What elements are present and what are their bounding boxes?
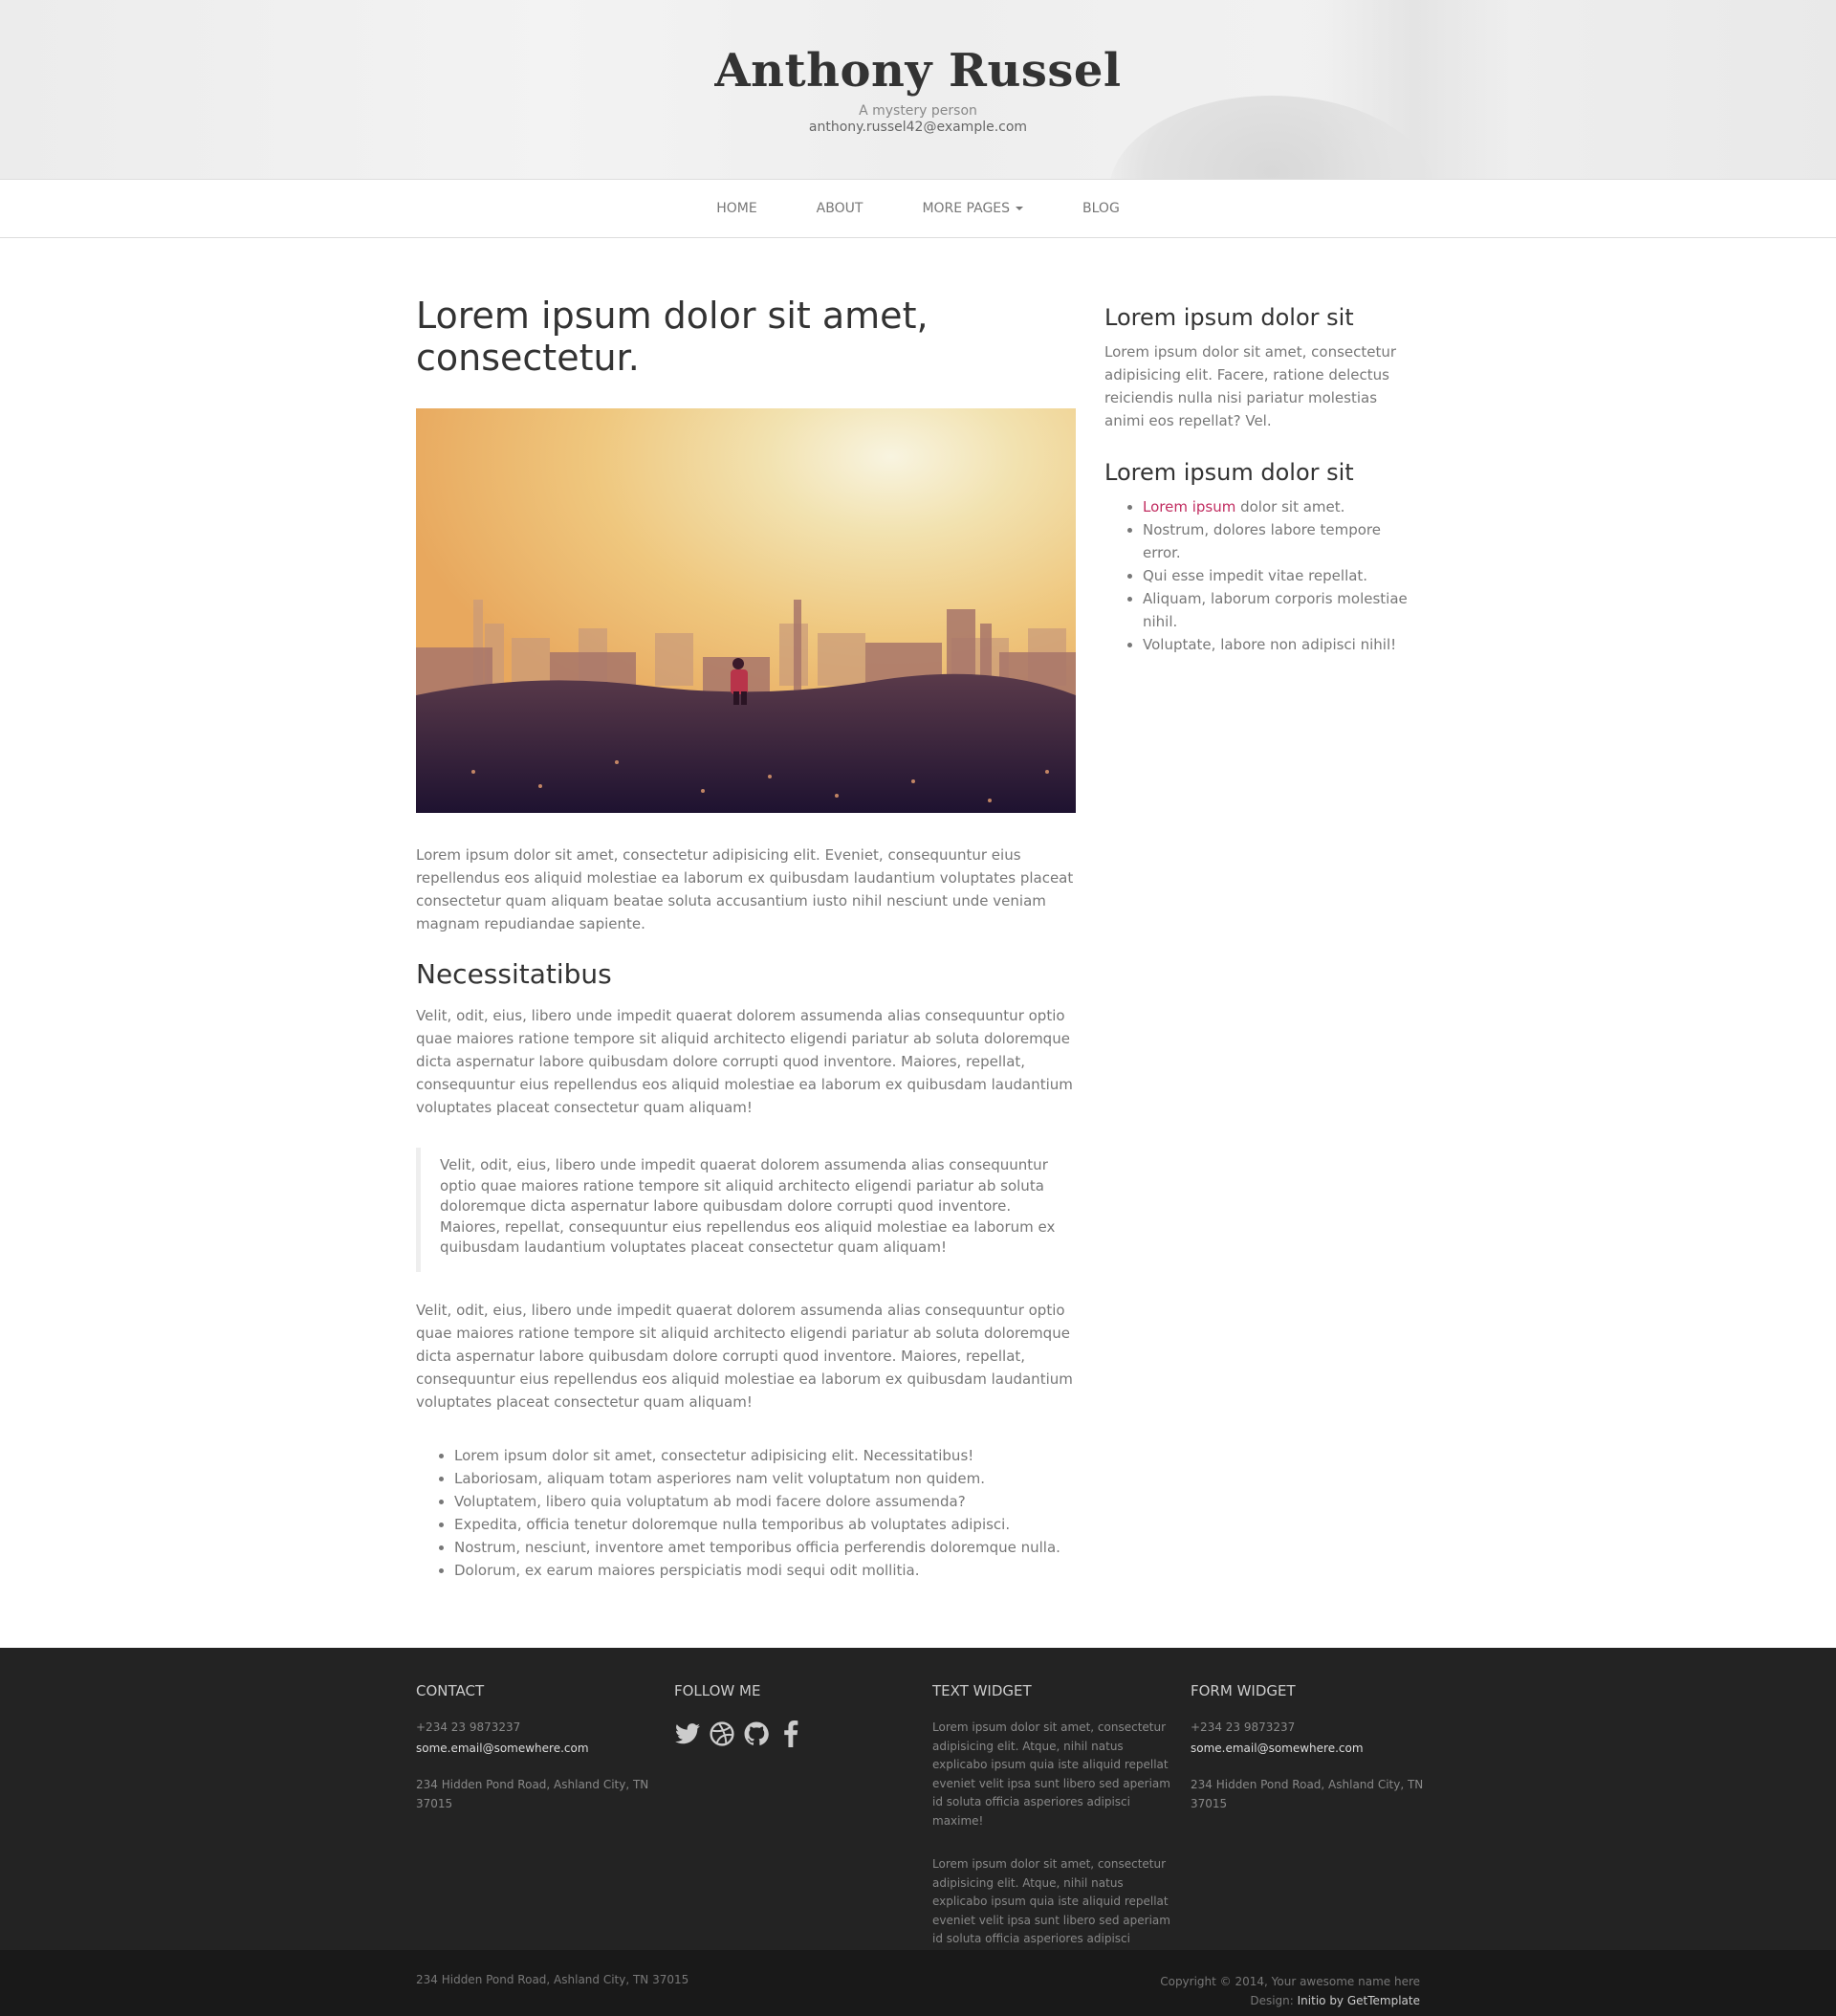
list-item: Nostrum, dolores labore tempore error. [1143, 518, 1420, 564]
design-credit-link[interactable]: Initio by GetTemplate [1298, 1994, 1420, 2007]
section-title: Necessitatibus [416, 958, 612, 990]
article-hero-image [416, 408, 1076, 813]
footer-text-widget: TEXT WIDGET Lorem ipsum dolor sit amet, … [932, 1682, 1171, 1967]
footer-follow-heading: FOLLOW ME [674, 1682, 761, 1699]
footer-form-widget-phone: +234 23 9873237 [1191, 1720, 1296, 1734]
footer-contact-details: +234 23 9873237 some.email@somewhere.com [416, 1719, 655, 1758]
site-tagline: A mystery person [859, 103, 977, 119]
twitter-icon[interactable] [674, 1720, 701, 1747]
social-icons [674, 1720, 913, 1747]
article-paragraph-3: Velit, odit, eius, libero unde impedit q… [416, 1302, 1073, 1411]
footer-form-widget-details: +234 23 9873237 some.email@somewhere.com [1191, 1719, 1430, 1758]
footer-text-widget-heading: TEXT WIDGET [932, 1682, 1032, 1699]
footer: CONTACT +234 23 9873237 some.email@somew… [0, 1648, 1836, 1964]
footer-bottom: 234 Hidden Pond Road, Ashland City, TN 3… [0, 1950, 1836, 2016]
nav-list: HOME ABOUT MORE PAGES BLOG [0, 180, 1836, 237]
list-item: Laboriosam, aliquam totam asperiores nam… [454, 1467, 1076, 1490]
list-item: Voluptatem, libero quia voluptatum ab mo… [454, 1490, 1076, 1513]
sunset-city-photo [416, 408, 1076, 813]
dribbble-icon[interactable] [709, 1720, 735, 1747]
site-title[interactable]: Anthony Russel [0, 44, 1836, 98]
article-bullet-list: Lorem ipsum dolor sit amet, consectetur … [454, 1444, 1076, 1582]
footer-text-widget-paragraph-1: Lorem ipsum dolor sit amet, consectetur … [932, 1720, 1170, 1828]
footer-form-widget-heading: FORM WIDGET [1191, 1682, 1296, 1699]
copyright-text: Copyright © 2014, Your awesome name here [1160, 1975, 1420, 1988]
nav-item-about[interactable]: ABOUT [787, 180, 893, 237]
caret-down-icon [1016, 207, 1024, 210]
footer-bottom-address: 234 Hidden Pond Road, Ashland City, TN 3… [416, 1973, 689, 1986]
list-item: Aliquam, laborum corporis molestiae nihi… [1143, 587, 1420, 633]
footer-contact-phone: +234 23 9873237 [416, 1720, 521, 1734]
footer-contact: CONTACT +234 23 9873237 some.email@somew… [416, 1682, 655, 1813]
footer-follow: FOLLOW ME [674, 1682, 913, 1747]
nav-item-more-pages-label: MORE PAGES [922, 201, 1011, 216]
sidebar-list-link[interactable]: Lorem ipsum [1143, 498, 1235, 515]
sidebar-list-item-rest: dolor sit amet. [1235, 498, 1345, 515]
footer-contact-heading: CONTACT [416, 1682, 485, 1699]
site-header: Anthony Russel A mystery person anthony.… [0, 0, 1836, 179]
sidebar-widget-title-2: Lorem ipsum dolor sit [1104, 459, 1354, 486]
sidebar-list: Lorem ipsum dolor sit amet. Nostrum, dol… [1143, 495, 1420, 656]
footer-contact-email[interactable]: some.email@somewhere.com [416, 1742, 589, 1755]
footer-form-widget: FORM WIDGET +234 23 9873237 some.email@s… [1191, 1682, 1430, 1813]
list-item: Dolorum, ex earum maiores perspiciatis m… [454, 1559, 1076, 1582]
list-item: Expedita, officia tenetur doloremque nul… [454, 1513, 1076, 1536]
article-paragraph-1: Lorem ipsum dolor sit amet, consectetur … [416, 846, 1074, 932]
footer-form-widget-address: 234 Hidden Pond Road, Ashland City, TN 3… [1191, 1778, 1424, 1810]
article-title: Lorem ipsum dolor sit amet, consectetur. [416, 295, 929, 379]
footer-bottom-credits: Copyright © 2014, Your awesome name here… [1160, 1973, 1420, 2010]
design-credit-label: Design: [1250, 1993, 1298, 2007]
github-icon[interactable] [743, 1720, 770, 1747]
nav-item-more-pages[interactable]: MORE PAGES [892, 180, 1053, 237]
list-item: Qui esse impedit vitae repellat. [1143, 564, 1420, 587]
article-paragraph-2: Velit, odit, eius, libero unde impedit q… [416, 1007, 1073, 1116]
blockquote: Velit, odit, eius, libero unde impedit q… [416, 1148, 1076, 1272]
list-item: Lorem ipsum dolor sit amet, consectetur … [454, 1444, 1076, 1467]
sidebar-widget-text: Lorem ipsum dolor sit amet, consectetur … [1104, 343, 1397, 429]
footer-contact-address: 234 Hidden Pond Road, Ashland City, TN 3… [416, 1778, 649, 1810]
facebook-icon[interactable] [777, 1720, 804, 1747]
site-email: anthony.russel42@example.com [808, 120, 1028, 135]
list-item: Voluptate, labore non adipisci nihil! [1143, 633, 1420, 656]
list-item: Nostrum, nesciunt, inventore amet tempor… [454, 1536, 1076, 1559]
footer-form-widget-email[interactable]: some.email@somewhere.com [1191, 1742, 1364, 1755]
list-item: Lorem ipsum dolor sit amet. [1143, 495, 1420, 518]
main-navigation: HOME ABOUT MORE PAGES BLOG [0, 179, 1836, 238]
nav-item-blog[interactable]: BLOG [1053, 180, 1149, 237]
sidebar-widget-title-1: Lorem ipsum dolor sit [1104, 304, 1354, 331]
nav-item-home[interactable]: HOME [687, 180, 786, 237]
design-credit: Design: Initio by GetTemplate [1160, 1992, 1420, 2011]
